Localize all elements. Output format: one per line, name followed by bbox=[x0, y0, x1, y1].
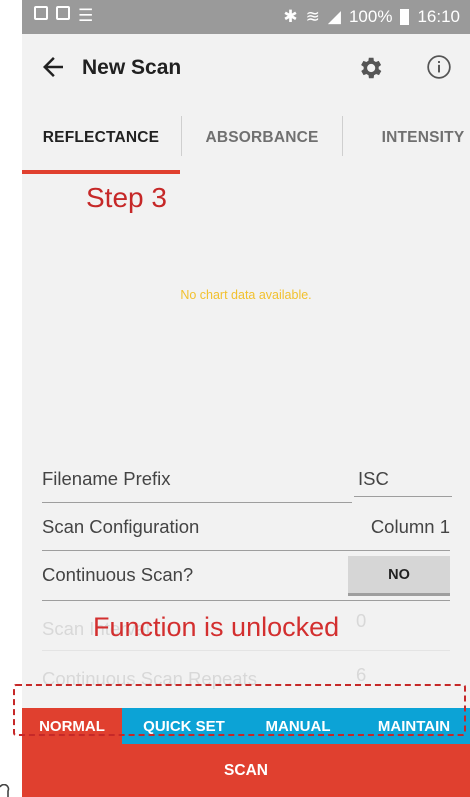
bluetooth-icon: ✱ bbox=[283, 7, 298, 26]
scan-interval-value[interactable]: 0 bbox=[356, 610, 366, 632]
back-arrow-icon[interactable] bbox=[38, 52, 68, 82]
battery-percent: 100% bbox=[348, 7, 393, 26]
scan-config-label: Scan Configuration bbox=[42, 516, 200, 537]
status-left-icons: ☰ bbox=[34, 6, 93, 26]
unlocked-annotation: Function is unlocked bbox=[93, 612, 340, 642]
scan-config-value[interactable]: Column 1 bbox=[371, 516, 450, 538]
continuous-scan-toggle[interactable]: NO bbox=[348, 556, 450, 596]
chart-empty-message: No chart data available. bbox=[180, 288, 312, 302]
row-divider bbox=[42, 550, 450, 551]
list-icon: ☰ bbox=[78, 6, 94, 25]
battery-icon bbox=[400, 9, 410, 25]
row-divider bbox=[42, 650, 450, 651]
partial-glyph bbox=[0, 784, 10, 797]
filename-prefix-underline bbox=[354, 496, 452, 497]
row-divider bbox=[42, 600, 450, 601]
status-bar: ☰ ✱ ≋ ◢ 100% 16:10 bbox=[22, 0, 470, 34]
page-title: New Scan bbox=[82, 56, 182, 79]
highlight-box bbox=[13, 684, 466, 736]
screenshot-icon bbox=[56, 6, 70, 20]
signal-icon: ◢ bbox=[327, 7, 341, 26]
row-divider bbox=[42, 502, 352, 503]
filename-prefix-field[interactable]: ISC bbox=[358, 468, 389, 490]
tab-reflectance[interactable]: REFLECTANCE bbox=[22, 104, 180, 172]
image-icon bbox=[34, 6, 48, 20]
continuous-scan-label: Continuous Scan? bbox=[42, 564, 194, 585]
clock: 16:10 bbox=[417, 7, 460, 26]
gear-icon[interactable] bbox=[356, 54, 384, 82]
tab-intensity[interactable]: INTENSITY bbox=[343, 104, 470, 172]
info-icon[interactable] bbox=[426, 54, 452, 80]
step-annotation: Step 3 bbox=[86, 182, 167, 213]
active-tab-indicator bbox=[22, 170, 180, 174]
status-right: ✱ ≋ ◢ 100% 16:10 bbox=[283, 7, 460, 27]
phone-screen: ☰ ✱ ≋ ◢ 100% 16:10 New Scan REFLECTANCE … bbox=[22, 0, 470, 797]
scan-button[interactable]: SCAN bbox=[22, 744, 470, 797]
tab-absorbance[interactable]: ABSORBANCE bbox=[182, 104, 342, 172]
continuous-repeats-value[interactable]: 6 bbox=[356, 664, 366, 686]
app-bar: New Scan bbox=[22, 34, 470, 104]
filename-prefix-label: Filename Prefix bbox=[42, 468, 171, 489]
tab-bar: REFLECTANCE ABSORBANCE INTENSITY bbox=[22, 104, 470, 174]
wifi-icon: ≋ bbox=[305, 7, 320, 26]
